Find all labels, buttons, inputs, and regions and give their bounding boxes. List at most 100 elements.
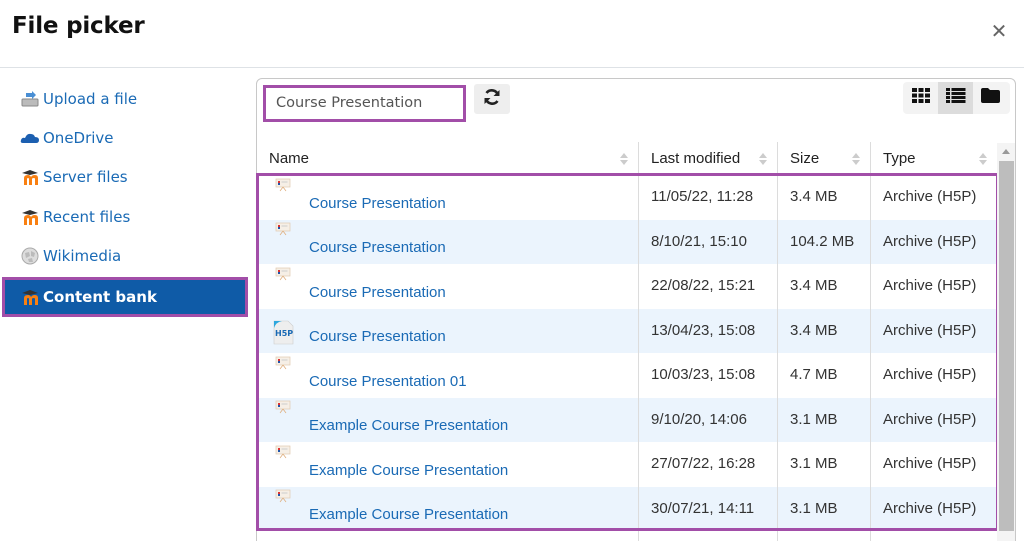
file-name-link[interactable]: Course Presentation [309,239,446,256]
sort-icon [852,153,860,165]
table-row[interactable]: Course Presentation 22/08/22, 15:21 3.4 MB… [257,264,997,309]
upload-icon [20,90,40,108]
cell-size: 3.4 MB [778,175,871,220]
table-row[interactable]: Example Course Presentation 27/07/22, 16:… [257,442,997,487]
folder-icon [981,88,1000,108]
moodle-icon [20,168,40,186]
sort-icon [759,153,767,165]
presentation-thumbnail-icon [271,267,295,291]
cell-name: H5P Course Presentation [257,308,639,353]
sidebar-item-upload[interactable]: Upload a file [2,80,248,118]
dialog-title: File picker [12,13,145,39]
onedrive-cloud-icon [20,129,40,147]
sidebar-item-label: Wikimedia [43,247,122,265]
table-row[interactable]: Example Course Presentation 9/10/20, 14:0… [257,397,997,442]
moodle-icon [20,288,40,306]
column-header-last-modified[interactable]: Last modified [639,142,778,175]
cell-type: Archive (H5P) [883,277,977,294]
table-header: Name Last modified Size Type [257,142,997,175]
table-row[interactable]: H5P Course Presentation 13/04/23, 15:08 3.4… [257,308,997,353]
cell-name: Course Presentation [257,219,639,264]
presentation-thumbnail-icon [271,445,295,469]
h5p-file-icon: H5P [271,319,295,347]
table-row[interactable]: Course Presentation 11/05/22, 11:28 3.4 MB… [257,175,997,220]
wikimedia-globe-icon [20,247,40,265]
presentation-thumbnail-icon [271,222,295,246]
column-header-name[interactable]: Name [257,142,639,175]
icons-view-button[interactable] [903,82,938,114]
sidebar-item-label: Recent files [43,208,131,226]
cell-last-modified: 8/10/21, 15:10 [639,219,778,264]
list-icon [945,88,966,108]
sidebar-item-recent-files[interactable]: Recent files [2,198,248,236]
grid-icon [911,88,930,108]
file-name-link[interactable]: Example Course Presentation [309,506,508,523]
cell-size: 3.4 MB [778,308,871,353]
file-name-link[interactable]: Example Course Presentation [309,417,508,434]
view-switcher [903,82,1010,114]
cell-type: Archive (H5P) [883,366,977,383]
file-name-link[interactable]: Course Presentation [309,195,446,212]
table-body: Course Presentation 11/05/22, 11:28 3.4 MB… [257,175,997,531]
cell-type: Archive (H5P) [883,410,977,428]
column-label: Name [269,150,310,167]
file-name-link[interactable]: Course Presentation [309,284,446,301]
cell-last-modified: 13/04/23, 15:08 [639,308,778,353]
cell-type: Archive (H5P) [883,188,977,205]
file-name-link[interactable]: Course Presentation [309,328,446,345]
cell-size: 3.4 MB [778,264,871,309]
presentation-thumbnail-icon [271,400,295,424]
table-row[interactable]: Course Presentation 8/10/21, 15:10 104.2 M… [257,219,997,264]
sidebar-item-label: Content bank [43,288,157,306]
cell-name: Course Presentation 01 [257,353,639,398]
cell-last-modified: 22/08/22, 15:21 [639,264,778,309]
cell-name: Example Course Presentation [257,486,639,531]
dialog-header: File picker ✕ [0,0,1024,68]
tree-view-button[interactable] [973,82,1008,114]
column-header-size[interactable]: Size [778,142,871,175]
scroll-up-arrow-icon[interactable] [997,143,1015,160]
cell-last-modified: 27/07/22, 16:28 [639,442,778,487]
presentation-thumbnail-icon [271,356,295,380]
cell-name: Example Course Presentation [257,442,639,487]
cell-size: 104.2 MB [778,219,871,264]
sidebar-item-onedrive[interactable]: OneDrive [2,119,248,157]
cell-type: Archive (H5P) [883,455,977,472]
cell-last-modified: 10/03/23, 15:08 [639,353,778,398]
sort-icon [620,153,628,165]
file-name-link[interactable]: Example Course Presentation [309,462,508,479]
sidebar-item-wikimedia[interactable]: Wikimedia [2,237,248,275]
presentation-thumbnail-icon [271,489,295,513]
cell-name: Example Course Presentation [257,397,639,442]
cell-size: 4.7 MB [778,353,871,398]
close-icon[interactable]: ✕ [990,22,1008,42]
scrollbar[interactable] [997,143,1015,541]
sidebar-item-server-files[interactable]: Server files [2,158,248,196]
search-input[interactable]: Course Presentation [263,85,466,122]
cell-name: Course Presentation [257,264,639,309]
column-label: Type [883,150,916,167]
column-header-type[interactable]: Type [871,142,997,175]
table-row-partial [257,531,997,541]
cell-size: 3.1 MB [778,397,871,442]
scrollbar-thumb[interactable] [999,161,1014,531]
cell-last-modified: 30/07/21, 14:11 [639,486,778,531]
column-label: Size [790,150,820,167]
cell-name: Course Presentation [257,175,639,220]
refresh-button[interactable] [474,84,510,114]
list-view-button[interactable] [938,82,973,114]
sort-icon [979,153,987,165]
table-row[interactable]: Course Presentation 01 10/03/23, 15:08 4.7… [257,353,997,398]
refresh-icon [483,88,501,111]
sidebar-item-label: OneDrive [43,129,114,147]
column-label: Last modified [651,150,741,167]
cell-type: Archive (H5P) [883,321,977,339]
cell-size: 3.1 MB [778,442,871,487]
table-row[interactable]: Example Course Presentation 30/07/21, 14:… [257,486,997,531]
presentation-thumbnail-icon [271,178,295,202]
file-name-link[interactable]: Course Presentation 01 [309,373,467,390]
sidebar-item-label: Server files [43,168,128,186]
svg-text:H5P: H5P [275,329,293,338]
sidebar-item-label: Upload a file [43,90,138,108]
sidebar-item-content-bank[interactable]: Content bank [2,277,248,317]
